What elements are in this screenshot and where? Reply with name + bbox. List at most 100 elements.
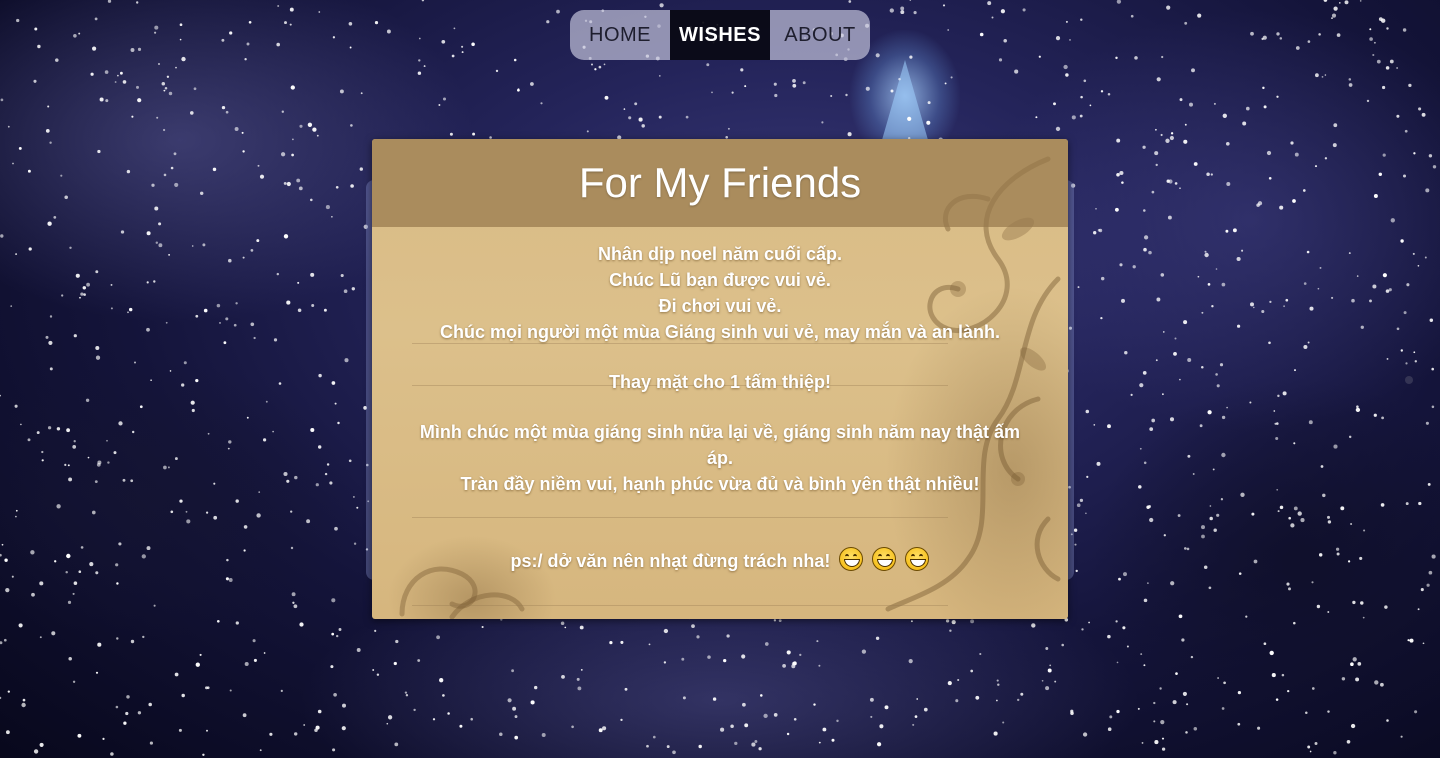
snowflake [1047, 668, 1052, 673]
snowflake [202, 243, 206, 247]
snowflake [1384, 605, 1388, 609]
snowflake [256, 239, 260, 243]
snowflake [372, 669, 375, 671]
snowflake [1160, 273, 1165, 277]
snowflake [335, 185, 339, 189]
snowflake [1307, 341, 1310, 344]
snowflake [1307, 40, 1311, 43]
snowflake [65, 570, 68, 574]
snowflake [374, 21, 379, 25]
snowflake [106, 439, 108, 442]
snowflake [1276, 95, 1279, 98]
snowflake [1386, 357, 1389, 360]
snowflake [1302, 189, 1306, 192]
snowflake [672, 750, 676, 755]
snowflake [350, 124, 353, 127]
snowflake [979, 32, 984, 37]
snowflake [1245, 106, 1250, 111]
snowflake [293, 604, 298, 609]
snowflake [1263, 105, 1267, 109]
snowflake [120, 71, 123, 75]
snowflake [712, 697, 717, 701]
snowflake [1139, 447, 1142, 450]
snowflake [78, 32, 81, 35]
snowflake [291, 592, 296, 597]
nav-wishes[interactable]: WISHES [670, 10, 770, 60]
snowflake [1002, 721, 1005, 724]
snowflake [1266, 150, 1272, 156]
snowflake [20, 423, 22, 426]
snowflake [1116, 709, 1120, 714]
snowflake [1182, 691, 1187, 696]
snowflake [1373, 413, 1377, 417]
snowflake [356, 648, 361, 652]
nav-home[interactable]: HOME [570, 10, 670, 60]
snowflake [1187, 358, 1192, 362]
snowflake [225, 110, 229, 114]
snowflake [394, 742, 399, 747]
snowflake [975, 695, 980, 700]
snowflake [691, 624, 695, 628]
snowflake [751, 742, 756, 747]
snowflake [1356, 405, 1359, 408]
snowflake [1418, 107, 1422, 111]
snowflake [1156, 297, 1161, 302]
snowflake [45, 129, 50, 133]
snowflake [337, 421, 340, 425]
snowflake [1250, 31, 1254, 36]
snowflake [1137, 707, 1140, 710]
snowflake [276, 42, 280, 47]
snowflake [190, 400, 195, 405]
snowflake [1143, 209, 1146, 212]
snowflake [1293, 621, 1296, 625]
snowflake [221, 38, 225, 42]
snowflake [1292, 199, 1296, 203]
snowflake [131, 430, 135, 434]
snowflake [1250, 302, 1254, 307]
snowflake [1307, 745, 1311, 749]
snowflake [386, 29, 391, 34]
snowflake [1286, 582, 1290, 586]
nav-about[interactable]: ABOUT [770, 10, 870, 60]
snowflake [181, 693, 185, 698]
snowflake [1409, 638, 1414, 643]
snowflake [87, 456, 90, 459]
snowflake [272, 430, 274, 433]
snowflake [1206, 172, 1210, 177]
snowflake [727, 127, 730, 130]
snowflake [624, 687, 628, 691]
snowflake [1290, 141, 1294, 145]
snowflake [1097, 228, 1101, 232]
snowflake [1160, 133, 1163, 137]
snowflake [1174, 337, 1177, 340]
snowflake [154, 25, 159, 30]
snowflake [1187, 454, 1191, 458]
snowflake [1424, 256, 1427, 259]
snowflake [517, 88, 520, 90]
snowflake [30, 550, 35, 555]
snowflake [1279, 37, 1283, 40]
snowflake [49, 367, 53, 371]
scroll-indicator[interactable] [1405, 376, 1413, 384]
snowflake [1173, 351, 1177, 356]
snowflake [241, 131, 244, 134]
snowflake [1211, 305, 1214, 308]
snowflake [1290, 523, 1295, 528]
snowflake [1382, 273, 1387, 278]
snowflake [1201, 366, 1204, 369]
snowflake [1003, 39, 1007, 43]
snowflake [1417, 608, 1420, 611]
snowflake [898, 77, 901, 81]
snowflake [110, 283, 113, 286]
snowflake [34, 27, 38, 31]
snowflake [234, 127, 239, 131]
snowflake [470, 717, 473, 721]
snowflake [1079, 114, 1083, 118]
snowflake [290, 546, 294, 550]
snowflake [94, 17, 98, 21]
snowflake [707, 655, 711, 659]
snowflake [205, 511, 209, 514]
snowflake [1240, 492, 1245, 497]
snowflake [1306, 250, 1310, 254]
snowflake [1252, 306, 1255, 309]
